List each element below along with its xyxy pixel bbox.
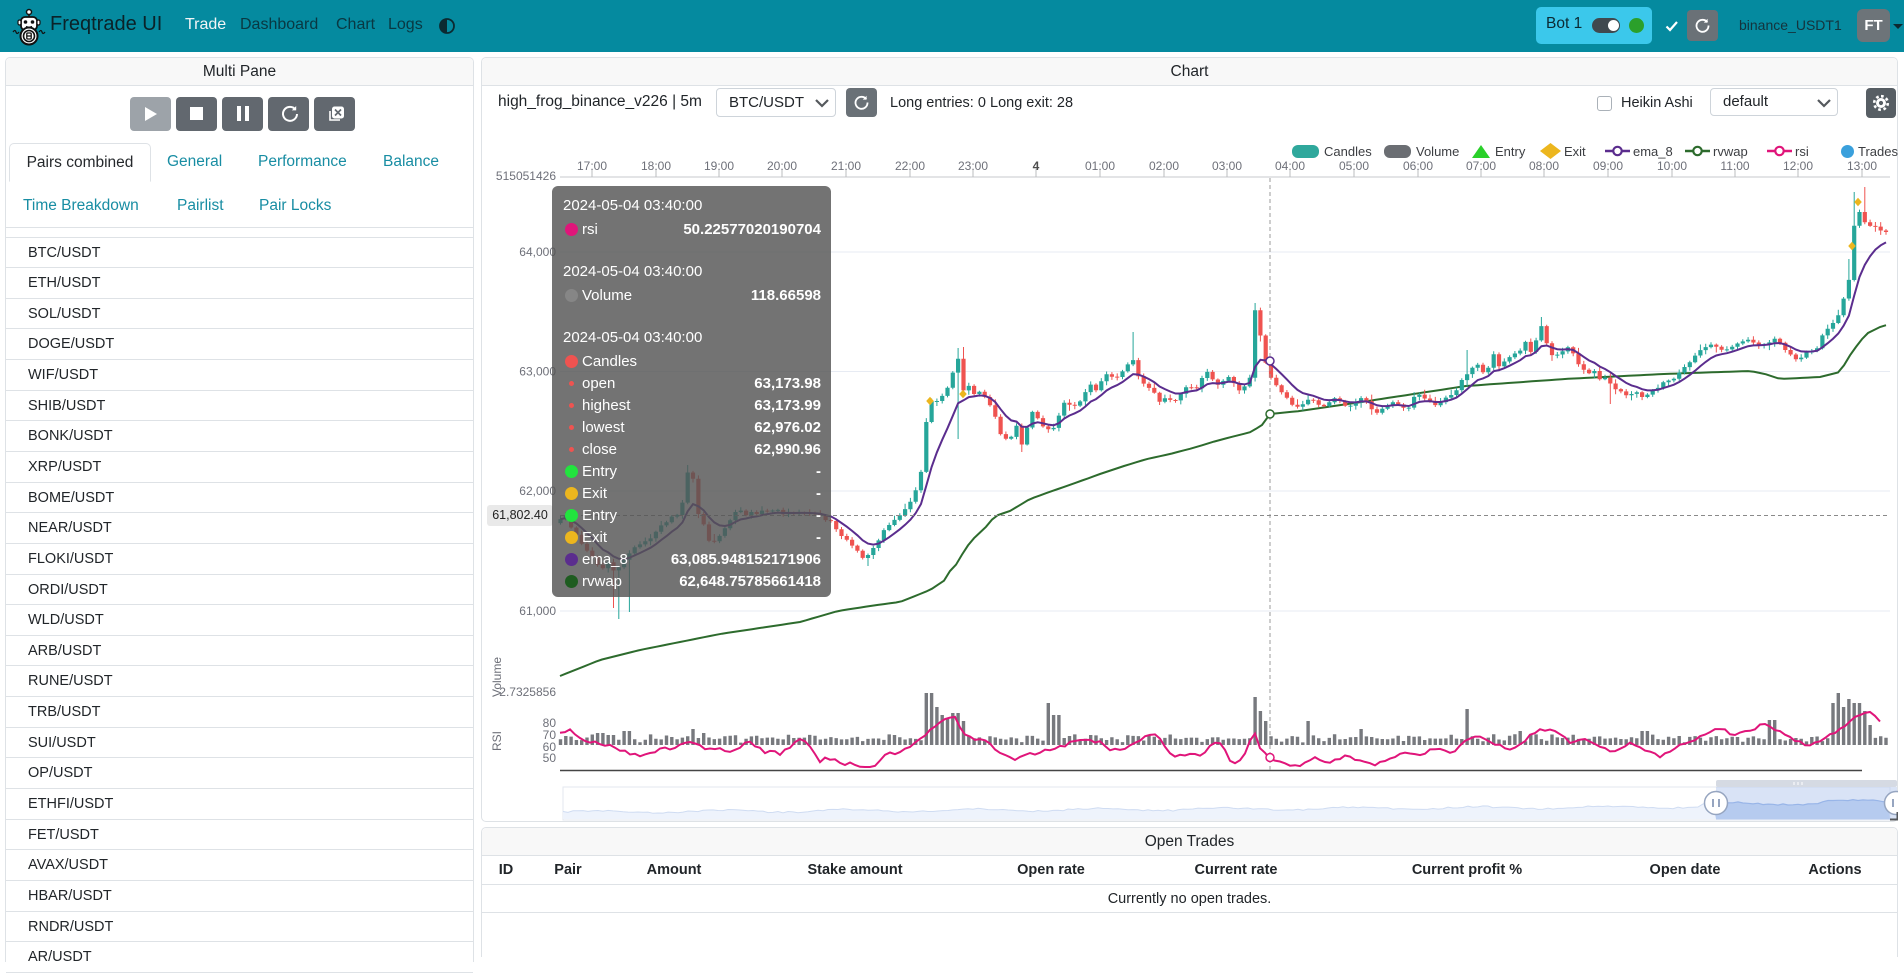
- svg-text:11:00: 11:00: [1720, 159, 1749, 173]
- svg-text:62,000: 62,000: [519, 484, 556, 498]
- svg-text:Volume: Volume: [490, 657, 504, 697]
- svg-text:10:00: 10:00: [1657, 159, 1687, 173]
- svg-text:515051426: 515051426: [496, 169, 556, 183]
- svg-text:06:00: 06:00: [1403, 159, 1433, 173]
- svg-text:4: 4: [1033, 159, 1040, 173]
- svg-text:02:00: 02:00: [1149, 159, 1179, 173]
- svg-text:2.7325856: 2.7325856: [499, 685, 556, 699]
- svg-text:20:00: 20:00: [767, 159, 797, 173]
- svg-text:13:00: 13:00: [1847, 159, 1877, 173]
- svg-text:07:00: 07:00: [1466, 159, 1496, 173]
- svg-text:RSI: RSI: [490, 731, 504, 751]
- svg-text:08:00: 08:00: [1529, 159, 1559, 173]
- svg-text:04:00: 04:00: [1275, 159, 1305, 173]
- svg-text:64,000: 64,000: [519, 245, 556, 259]
- svg-text:18:00: 18:00: [641, 159, 671, 173]
- svg-text:63,000: 63,000: [519, 365, 556, 379]
- svg-text:09:00: 09:00: [1593, 159, 1623, 173]
- svg-text:03:00: 03:00: [1212, 159, 1242, 173]
- svg-text:12:00: 12:00: [1783, 159, 1813, 173]
- svg-text:05:00: 05:00: [1339, 159, 1369, 173]
- svg-text:23:00: 23:00: [958, 159, 988, 173]
- svg-text:01:00: 01:00: [1085, 159, 1115, 173]
- svg-text:50: 50: [543, 751, 557, 765]
- svg-text:17:00: 17:00: [577, 159, 607, 173]
- svg-text:19:00: 19:00: [704, 159, 734, 173]
- svg-text:22:00: 22:00: [895, 159, 925, 173]
- svg-text:61,000: 61,000: [519, 604, 556, 618]
- svg-text:21:00: 21:00: [831, 159, 861, 173]
